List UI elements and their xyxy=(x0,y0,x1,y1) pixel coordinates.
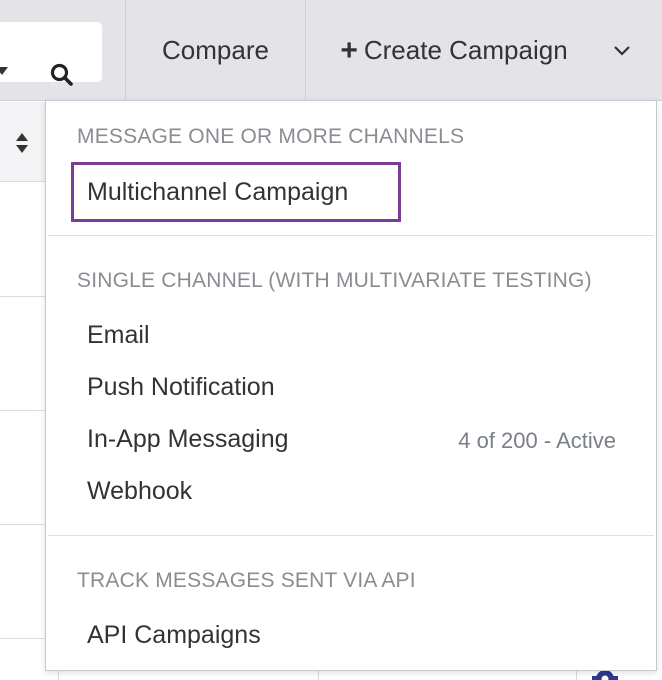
menu-item-email[interactable]: Email xyxy=(87,320,150,350)
menu-item-in-app-messaging[interactable]: In-App Messaging xyxy=(87,424,289,454)
menu-divider xyxy=(48,535,654,536)
compare-button[interactable]: Compare xyxy=(126,0,305,101)
sort-icon[interactable] xyxy=(15,132,29,154)
table-row-divider xyxy=(0,296,48,297)
create-campaign-dropdown-toggle[interactable] xyxy=(602,0,642,101)
table-row-divider xyxy=(0,410,48,411)
menu-item-push-notification[interactable]: Push Notification xyxy=(87,372,275,402)
menu-item-multichannel-campaign[interactable]: Multichannel Campaign xyxy=(71,162,401,222)
table-header xyxy=(0,102,48,182)
table-row-divider xyxy=(0,524,48,525)
compare-label: Compare xyxy=(162,35,269,65)
in-app-messaging-active-count: 4 of 200 - Active xyxy=(458,428,616,453)
search-field[interactable] xyxy=(0,22,102,86)
menu-divider xyxy=(48,235,654,236)
section-title-multichannel: MESSAGE ONE OR MORE CHANNELS xyxy=(77,125,465,148)
create-campaign-label: Create Campaign xyxy=(363,35,568,65)
create-campaign-menu: MESSAGE ONE OR MORE CHANNELS Multichanne… xyxy=(45,100,657,671)
table-row-divider xyxy=(0,638,48,639)
section-title-single-channel: SINGLE CHANNEL (WITH MULTIVARIATE TESTIN… xyxy=(77,269,592,292)
menu-item-webhook[interactable]: Webhook xyxy=(87,476,192,506)
chevron-down-icon xyxy=(614,45,630,56)
section-title-api: TRACK MESSAGES SENT VIA API xyxy=(77,569,416,592)
menu-item-api-campaigns[interactable]: API Campaigns xyxy=(87,620,261,650)
create-campaign-button[interactable]: + Create Campaign xyxy=(306,0,602,101)
plus-icon: + xyxy=(340,33,358,67)
search-icon[interactable] xyxy=(49,62,75,88)
toolbar: Compare + Create Campaign xyxy=(0,0,662,101)
caret-down-icon[interactable] xyxy=(0,67,8,75)
